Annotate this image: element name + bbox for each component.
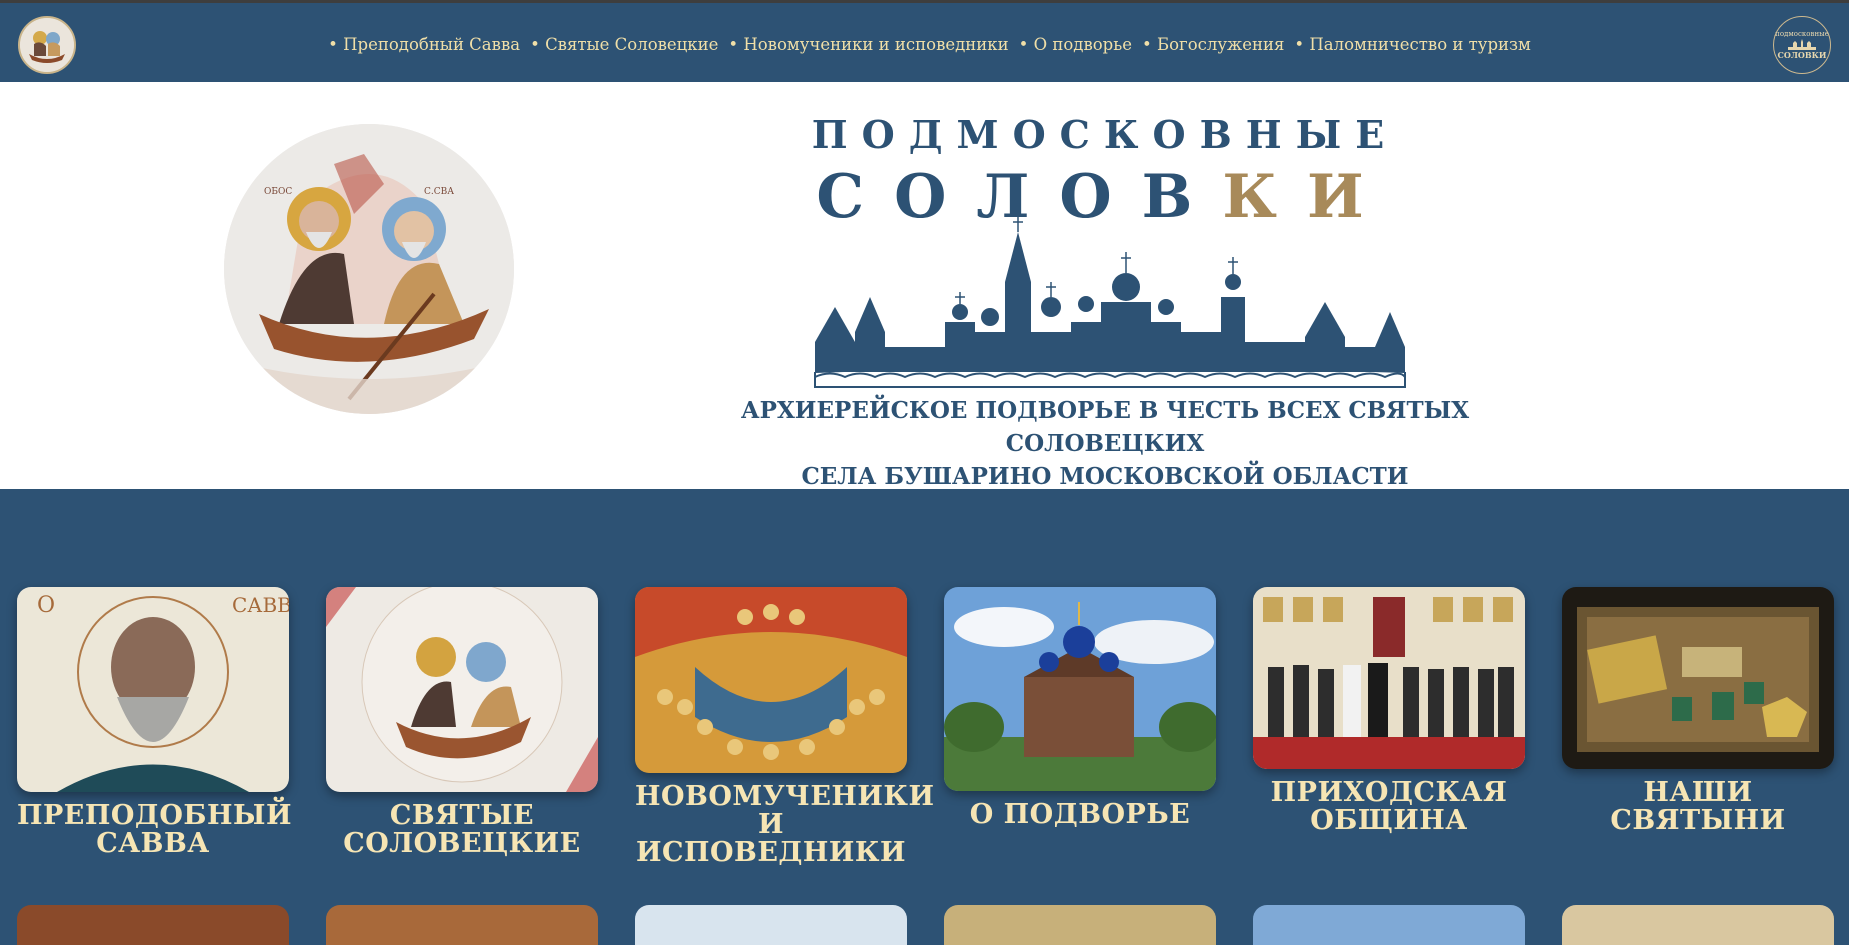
svg-text:О: О [37,593,55,618]
card-label: ПРЕПОДОБНЫЙ САВВА [17,800,292,859]
site-title-line1: ПОДМОСКОВНЫЕ [811,112,1399,157]
site-subtitle: АРХИЕРЕЙСКОЕ ПОДВОРЬЕ В ЧЕСТЬ ВСЕХ СВЯТЫ… [700,394,1510,493]
card-row2-4[interactable] [944,905,1216,945]
nav-item-bogosluzheniya[interactable]: Богослужения [1142,35,1284,54]
card-row2-5[interactable] [1253,905,1525,945]
saints-in-boat-icon: ОБОС С.СВА [224,124,514,414]
card-row2-1[interactable] [17,905,289,945]
emblem-text-top: подмосковные [1775,30,1829,38]
nav-item-o-podvorye[interactable]: О подворье [1019,35,1132,54]
card-novomucheniki[interactable]: НОВОМУЧЕНИКИ И ИСПОВЕДНИКИ [635,587,935,868]
card-svyatye-solovetskie[interactable]: СВЯТЫЕ СОЛОВЕЦКИЕ [326,587,598,858]
card-prikhodskaya-obshchina[interactable]: ПРИХОДСКАЯ ОБЩИНА [1253,587,1525,835]
card-label: НОВОМУЧЕНИКИ И ИСПОВЕДНИКИ [635,781,935,868]
site-emblem[interactable]: подмосковные СОЛОВКИ [1773,16,1831,74]
card-o-podvorye[interactable]: О ПОДВОРЬЕ [944,587,1216,829]
nav-item-svyatye-solovetskie[interactable]: Святые Соловецкие [530,35,718,54]
community-photo [1253,587,1525,769]
nav-item-prepodobny-savva[interactable]: Преподобный Савва [328,35,520,54]
card-image [1562,587,1834,769]
svg-text:С.СВА: С.СВА [424,187,454,197]
hero-banner: ОБОС С.СВА ПОДМОСКОВНЫЕ СОЛОВКИ АРХИЕРЕЙ… [0,82,1849,490]
svg-text:САВВА: САВВА [232,593,289,617]
monastery-skyline-illustration [814,217,1406,388]
section-cards: О САВВА ПРЕПОДОБНЫЙ САВВА СВЯТЫЕ СОЛОВЕЦ… [0,489,1849,945]
card-label: НАШИ СВЯТЫНИ [1610,777,1786,836]
card-image [944,587,1216,791]
card-nashi-svyatyni[interactable]: НАШИ СВЯТЫНИ [1562,587,1834,835]
top-navigation-bar: Преподобный Савва Святые Соловецкие Ново… [0,0,1849,82]
card-label: СВЯТЫЕ СОЛОВЕЦКИЕ [343,800,581,859]
card-row2-6[interactable] [1562,905,1834,945]
emblem-text-bottom: СОЛОВКИ [1777,50,1827,60]
site-subtitle-line1: АРХИЕРЕЙСКОЕ ПОДВОРЬЕ В ЧЕСТЬ ВСЕХ СВЯТЫ… [740,397,1470,457]
card-row2-3[interactable] [635,905,907,945]
relics-photo [1562,587,1834,769]
card-prepodobny-savva[interactable]: О САВВА ПРЕПОДОБНЫЙ САВВА [17,587,292,859]
card-label: ПРИХОДСКАЯ ОБЩИНА [1270,777,1508,836]
card-label: О ПОДВОРЬЕ [969,799,1191,830]
saints-in-boat-medallion: ОБОС С.СВА [224,124,514,414]
main-nav: Преподобный Савва Святые Соловецкие Ново… [0,3,1849,85]
church-photo [944,587,1216,791]
card-image [1253,587,1525,769]
svg-text:ОБОС: ОБОС [264,187,292,197]
saints-in-boat-image [326,587,598,792]
new-martyrs-icon-image [635,587,907,773]
card-image [635,587,907,773]
card-image: О САВВА [17,587,289,792]
saint-icon-image: О САВВА [17,587,289,792]
nav-item-novomucheniki[interactable]: Новомученики и исповедники [728,35,1008,54]
nav-item-palomnichestvo[interactable]: Паломничество и туризм [1294,35,1530,54]
card-image [326,587,598,792]
card-row2-2[interactable] [326,905,598,945]
